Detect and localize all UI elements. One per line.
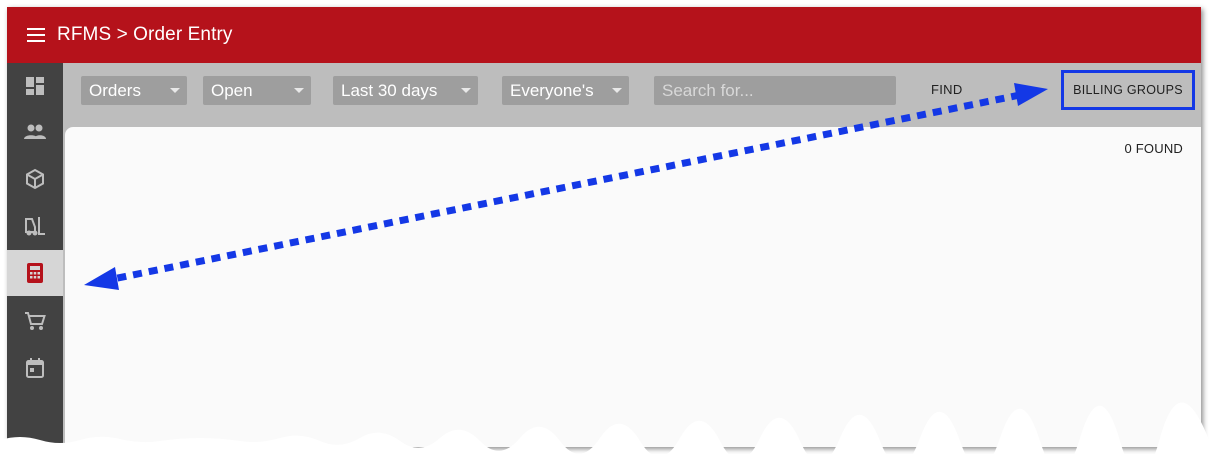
sidebar-item-people[interactable] — [7, 109, 63, 155]
sidebar-item-schedule[interactable] — [7, 345, 63, 391]
chevron-down-icon — [294, 88, 304, 93]
order-status-dropdown[interactable]: Open — [203, 76, 311, 105]
owner-value: Everyone's — [510, 80, 594, 100]
sidebar-item-dashboard[interactable] — [7, 63, 63, 109]
dashboard-icon — [26, 77, 44, 95]
sidebar-item-products[interactable] — [7, 156, 63, 202]
billing-groups-button[interactable]: BILLING GROUPS — [1061, 70, 1195, 110]
page-title: RFMS > Order Entry — [57, 24, 233, 45]
chevron-down-icon — [461, 88, 471, 93]
results-panel: 0 FOUND — [65, 127, 1201, 447]
shopping-cart-icon — [25, 312, 46, 330]
results-count: 0 FOUND — [1124, 141, 1183, 156]
date-range-value: Last 30 days — [341, 80, 438, 100]
owner-dropdown[interactable]: Everyone's — [502, 76, 629, 105]
chevron-down-icon — [170, 88, 180, 93]
order-type-value: Orders — [89, 80, 141, 100]
sidebar-item-purchasing[interactable] — [7, 298, 63, 344]
hamburger-menu-icon[interactable] — [17, 7, 57, 63]
billing-groups-label: BILLING GROUPS — [1073, 83, 1183, 97]
order-type-dropdown[interactable]: Orders — [81, 76, 187, 105]
forklift-icon — [25, 217, 45, 236]
sidebar-item-warehouse[interactable] — [7, 203, 63, 249]
app-header: RFMS > Order Entry — [7, 7, 1201, 63]
package-icon — [26, 168, 44, 190]
chevron-down-icon — [612, 88, 622, 93]
people-icon — [24, 124, 46, 139]
sidebar — [7, 63, 63, 447]
search-input[interactable] — [654, 76, 896, 105]
calendar-icon — [26, 358, 44, 378]
order-status-value: Open — [211, 80, 253, 100]
filter-toolbar: Orders Open Last 30 days Everyone's FIND… — [63, 63, 1201, 127]
sidebar-item-billing[interactable] — [7, 250, 63, 296]
calculator-icon — [27, 263, 43, 283]
find-button[interactable]: FIND — [931, 82, 963, 97]
date-range-dropdown[interactable]: Last 30 days — [333, 76, 478, 105]
app-window: RFMS > Order Entry Orders Open Last 30 d… — [7, 7, 1201, 447]
